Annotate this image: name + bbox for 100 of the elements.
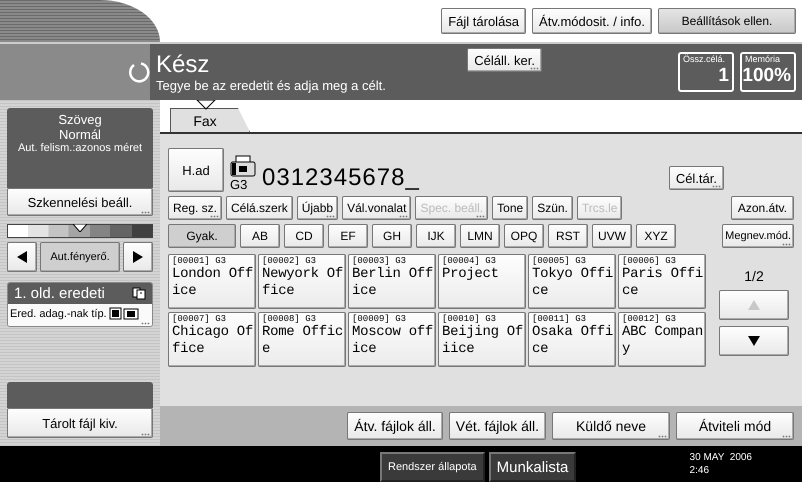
more-dots-icon <box>782 243 791 246</box>
right-arrow-icon <box>131 250 145 264</box>
entry-code: [00003] G3 <box>352 256 406 266</box>
fax-machine-icon <box>230 155 256 177</box>
more-dots-icon <box>399 215 408 218</box>
page-down-button[interactable] <box>719 326 789 356</box>
lighter-button[interactable] <box>7 242 37 272</box>
destination-entry[interactable]: [00005] G3 Tokyo Office <box>528 254 616 309</box>
tool-button[interactable]: Vál.vonalat <box>342 196 412 220</box>
original-feed-button[interactable]: Ered. adag.-nak típ. <box>8 304 152 326</box>
down-arrow-icon <box>747 334 761 348</box>
setting-text: Normál <box>59 127 101 142</box>
entry-code: [00012] G3 <box>622 314 676 324</box>
more-dots-icon <box>712 185 721 188</box>
bottom-button[interactable]: Vét. fájlok áll. <box>448 412 546 440</box>
bottom-button[interactable]: Átviteli mód <box>676 412 794 440</box>
tool-button[interactable]: Újabb <box>296 196 338 220</box>
page-orientation-icon <box>108 307 139 320</box>
destination-entry[interactable]: [00008] G3 Rome Office <box>258 312 346 367</box>
entry-code: [00006] G3 <box>622 256 676 266</box>
entry-code: [00005] G3 <box>532 256 586 266</box>
entry-code: [00011] G3 <box>532 314 586 324</box>
index-tab[interactable]: IJK <box>416 224 456 248</box>
top-button[interactable]: Beállítások ellen. <box>658 8 796 34</box>
destination-entry[interactable]: [00004] G3 Project <box>438 254 526 309</box>
entry-name: Osaka Office <box>532 324 614 358</box>
index-tab[interactable]: Gyak. <box>168 224 236 248</box>
manual-entry-button[interactable]: H.ad <box>168 148 224 192</box>
counter-value: 1 <box>718 64 729 88</box>
stored-file-button[interactable]: Tárolt fájl kiv. <box>7 408 153 438</box>
fax-tab[interactable]: Fax <box>170 108 250 132</box>
tool-button[interactable]: Reg. sz. <box>168 196 222 220</box>
counter-value: 100% <box>742 64 791 88</box>
destination-entry[interactable]: [00010] G3 Beijing Ofiice <box>438 312 526 367</box>
destination-entry[interactable]: [00011] G3 Osaka Office <box>528 312 616 367</box>
up-arrow-icon <box>747 298 761 312</box>
original-title: 1. old. eredeti <box>14 285 105 302</box>
destination-entry[interactable]: [00009] G3 Moscow office <box>348 312 436 367</box>
more-dots-icon <box>210 215 220 218</box>
destination-entry[interactable]: [00012] G3 ABC Company <box>618 312 706 367</box>
auto-density-button[interactable]: Aut.fényerő. <box>40 242 120 272</box>
footer-button[interactable]: Munkalista <box>488 452 576 482</box>
index-tab[interactable]: UVW <box>592 224 632 248</box>
destination-entry[interactable]: [00001] G3 London Office <box>168 254 256 309</box>
entry-code: [00007] G3 <box>172 314 226 324</box>
entry-code: [00008] G3 <box>262 314 316 324</box>
entry-code: [00001] G3 <box>172 256 226 266</box>
darker-button[interactable] <box>123 242 153 272</box>
index-tab[interactable]: OPQ <box>504 224 544 248</box>
line-mode: G3 <box>230 177 248 192</box>
more-dots-icon <box>141 433 150 436</box>
index-tab[interactable]: AB <box>240 224 280 248</box>
entry-name: Moscow office <box>352 324 434 358</box>
footer-button[interactable]: Rendszer állapota <box>380 452 485 482</box>
destination-entry[interactable]: [00006] G3 Paris Office <box>618 254 706 309</box>
page-indicator: 1/2 <box>744 268 764 284</box>
destination-entry[interactable]: [00003] G3 Berlin Office <box>348 254 436 309</box>
bottom-button[interactable]: Küldő neve <box>552 412 670 440</box>
index-tab[interactable]: LMN <box>460 224 500 248</box>
tool-button[interactable]: Tone <box>492 196 528 220</box>
check-destination-button[interactable]: Céláll. ker. <box>467 48 542 72</box>
status-ring-icon <box>128 61 150 83</box>
entry-name: Newyork Office <box>262 266 344 300</box>
more-dots-icon <box>326 215 336 218</box>
entry-name: Berlin Office <box>352 266 434 300</box>
entry-code: [00004] G3 <box>442 256 496 266</box>
index-tab[interactable]: CD <box>284 224 324 248</box>
status-message: Tegye be az eredetit és adja meg a célt. <box>156 78 387 92</box>
tool-button[interactable]: Azon.átv. <box>730 196 794 220</box>
tool-button[interactable]: Célá.szerk <box>226 196 293 220</box>
more-dots-icon <box>141 322 150 325</box>
counter-label: Össz.célá. <box>683 54 726 64</box>
entry-name: Rome Office <box>262 324 344 358</box>
entry-name: ABC Company <box>622 324 704 358</box>
bottom-button[interactable]: Átv. fájlok áll. <box>347 412 443 440</box>
left-arrow-icon <box>15 250 29 264</box>
rename-button[interactable]: Megnev.mód. <box>722 224 794 248</box>
entry-code: [00009] G3 <box>352 314 406 324</box>
index-tab[interactable]: RST <box>548 224 588 248</box>
tool-button[interactable]: Szün. <box>532 196 573 220</box>
index-tab[interactable]: GH <box>372 224 412 248</box>
status-title: Kész <box>156 52 210 78</box>
entry-name: Chicago Office <box>172 324 254 358</box>
destination-entry[interactable]: [00007] G3 Chicago Office <box>168 312 256 367</box>
density-thumb[interactable] <box>73 224 87 232</box>
fax-number-field[interactable]: 0312345678_ <box>262 164 663 192</box>
entry-name: Paris Office <box>622 266 704 300</box>
scan-settings-button[interactable]: Szkennelési beáll. <box>7 188 153 216</box>
store-destination-button[interactable]: Cél.tár. <box>668 166 724 190</box>
index-tab[interactable]: XYZ <box>636 224 676 248</box>
entry-code: [00010] G3 <box>442 314 496 324</box>
index-tab[interactable]: EF <box>328 224 368 248</box>
date-text: 30 MAY 2006 <box>690 451 752 464</box>
destination-entry[interactable]: [00002] G3 Newyork Office <box>258 254 346 309</box>
top-button[interactable]: Fájl tárolása <box>441 8 526 34</box>
top-button[interactable]: Átv.módosit. / info. <box>532 8 652 34</box>
more-dots-icon <box>476 215 486 218</box>
entry-name: Tokyo Office <box>532 266 614 300</box>
entry-name: London Office <box>172 266 254 300</box>
counter-label: Memória <box>745 54 782 64</box>
